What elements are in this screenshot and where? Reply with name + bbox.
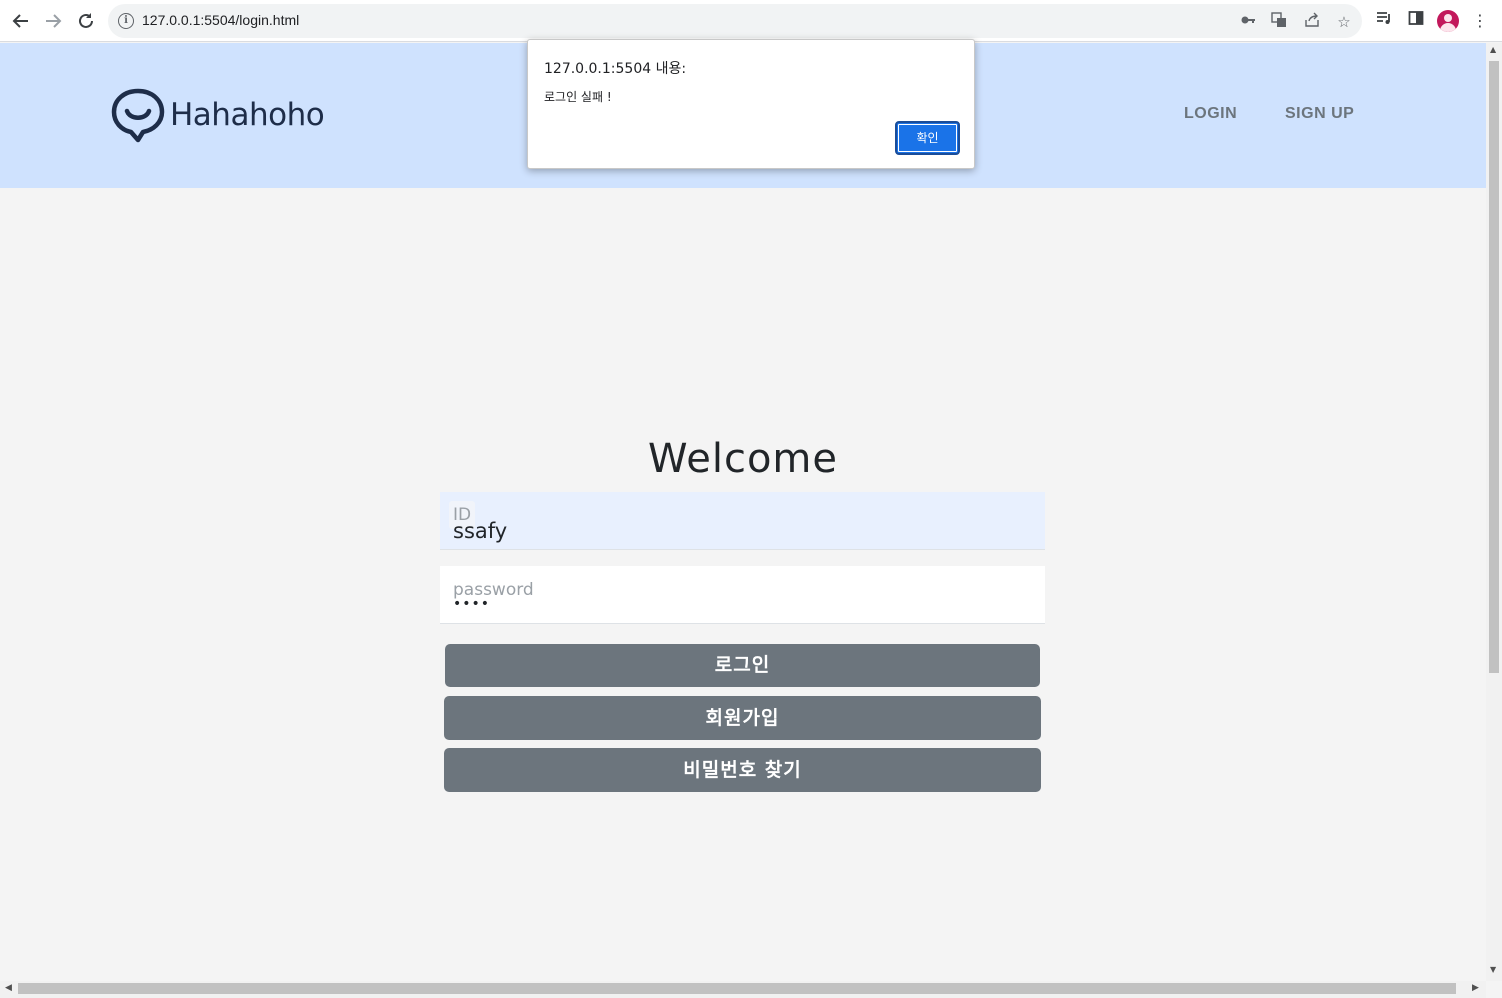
nav-login-link[interactable]: LOGIN (1184, 105, 1237, 123)
login-button[interactable]: 로그인 (445, 644, 1040, 687)
password-field-value: •••• (453, 596, 491, 612)
id-field-value: ssafy (453, 519, 508, 543)
forward-arrow-icon[interactable] (41, 9, 65, 33)
key-icon[interactable] (1238, 12, 1258, 32)
reload-icon[interactable] (74, 9, 98, 33)
profile-avatar[interactable] (1437, 10, 1459, 32)
url-text: 127.0.0.1:5504/login.html (142, 12, 300, 28)
side-panel-icon[interactable] (1404, 9, 1428, 33)
id-input[interactable]: ID ssafy (440, 492, 1045, 550)
back-arrow-icon[interactable] (9, 9, 33, 33)
share-icon[interactable] (1302, 12, 1322, 32)
alert-title: 127.0.0.1:5504 내용: (544, 61, 687, 77)
password-input[interactable]: password •••• (440, 566, 1045, 624)
scroll-right-icon[interactable]: ▶ (1472, 983, 1479, 993)
logo-text: Hahahoho (170, 97, 325, 133)
alert-ok-button[interactable]: 확인 (895, 121, 960, 155)
vertical-scrollbar[interactable]: ▲ ▼ (1486, 43, 1502, 981)
signup-button[interactable]: 회원가입 (444, 696, 1041, 740)
bookmark-star-icon[interactable]: ☆ (1334, 12, 1354, 32)
info-icon[interactable]: i (118, 13, 134, 29)
speech-bubble-smile-icon (111, 88, 165, 143)
alert-dialog: 127.0.0.1:5504 내용: 로그인 실패 ! 확인 (527, 39, 975, 169)
nav-signup-link[interactable]: SIGN UP (1285, 105, 1354, 123)
find-password-button[interactable]: 비밀번호 찾기 (444, 748, 1041, 792)
alert-message: 로그인 실패 ! (544, 90, 612, 104)
translate-icon[interactable] (1269, 12, 1289, 32)
media-queue-icon[interactable] (1372, 9, 1396, 33)
horizontal-scrollbar[interactable]: ◀ ▶ (0, 981, 1486, 998)
scroll-down-icon[interactable]: ▼ (1490, 965, 1496, 974)
scroll-left-icon[interactable]: ◀ (5, 983, 12, 993)
site-logo[interactable]: Hahahoho (110, 87, 325, 143)
browser-toolbar: i 127.0.0.1:5504/login.html ☆ ⋮ (0, 0, 1502, 42)
horizontal-scroll-thumb[interactable] (18, 983, 1456, 994)
page-title: Welcome (648, 436, 838, 482)
scroll-up-icon[interactable]: ▲ (1490, 45, 1496, 54)
address-bar[interactable]: i 127.0.0.1:5504/login.html ☆ (108, 4, 1362, 38)
more-vert-icon[interactable]: ⋮ (1468, 9, 1492, 33)
vertical-scroll-thumb[interactable] (1489, 61, 1499, 673)
